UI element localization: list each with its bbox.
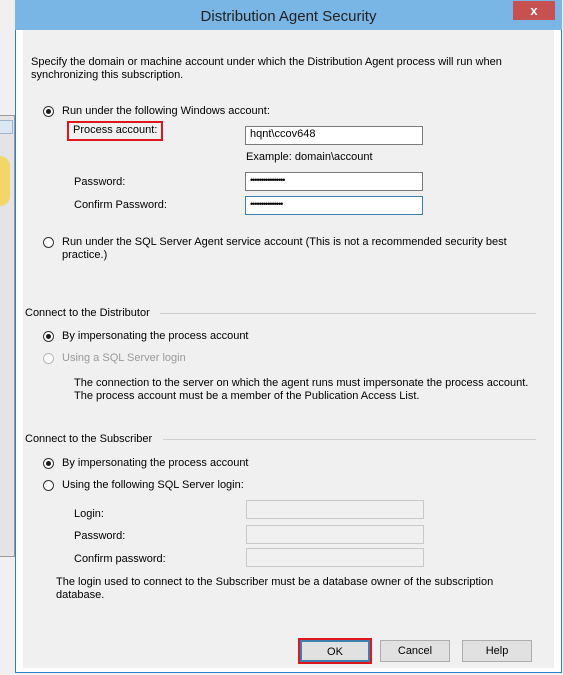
background-window — [0, 115, 15, 557]
subscriber-confirm-password-field — [246, 548, 424, 567]
subscriber-sql-login-label: Using the following SQL Server login: — [62, 479, 244, 491]
distributor-sql-login-radio — [43, 353, 54, 364]
subscriber-login-label: Login: — [74, 508, 104, 520]
subscriber-impersonate-label: By impersonating the process account — [62, 457, 249, 469]
subscriber-confirm-password-label: Confirm password: — [74, 553, 166, 565]
windows-account-label: Run under the following Windows account: — [62, 105, 270, 117]
distributor-impersonate-radio[interactable] — [43, 331, 54, 342]
intro-text: Specify the domain or machine account un… — [31, 56, 502, 81]
windows-account-radio[interactable] — [43, 106, 54, 117]
example-text: Example: domain\account — [246, 151, 373, 163]
password-field[interactable]: •••••••••••••••• — [245, 172, 423, 191]
sql-agent-account-radio[interactable] — [43, 237, 54, 248]
ok-button[interactable]: OK — [300, 640, 370, 662]
distributor-group-title: Connect to the Distributor — [25, 307, 150, 319]
distributor-group-line — [160, 313, 536, 314]
process-account-field[interactable]: hqnt\ccov648 — [245, 126, 423, 145]
distributor-note: The connection to the server on which th… — [74, 377, 529, 402]
confirm-password-label: Confirm Password: — [74, 199, 167, 211]
password-label: Password: — [74, 176, 126, 188]
title-bar[interactable]: Distribution Agent Security x — [15, 0, 562, 30]
close-button[interactable]: x — [513, 1, 555, 20]
subscriber-impersonate-radio[interactable] — [43, 458, 54, 469]
subscriber-group-title: Connect to the Subscriber — [25, 433, 153, 445]
dialog-client-area: Specify the domain or machine account un… — [23, 30, 554, 668]
help-button[interactable]: Help — [462, 640, 532, 662]
subscriber-group-line — [163, 439, 536, 440]
subscriber-password-field — [246, 525, 424, 544]
background-folder-icon — [0, 156, 10, 206]
background-window-tab — [0, 120, 13, 134]
subscriber-sql-login-radio[interactable] — [43, 480, 54, 491]
subscriber-login-field — [246, 500, 424, 519]
confirm-password-field[interactable]: ••••••••••••••• — [245, 196, 423, 215]
subscriber-password-label: Password: — [74, 530, 126, 542]
subscriber-note: The login used to connect to the Subscri… — [56, 576, 494, 601]
distributor-sql-login-label: Using a SQL Server login — [62, 352, 186, 364]
process-account-label: Process account: — [73, 124, 158, 136]
dialog-title: Distribution Agent Security — [200, 8, 377, 25]
sql-agent-account-label: Run under the SQL Server Agent service a… — [62, 236, 507, 261]
cancel-button[interactable]: Cancel — [380, 640, 450, 662]
distributor-impersonate-label: By impersonating the process account — [62, 330, 249, 342]
